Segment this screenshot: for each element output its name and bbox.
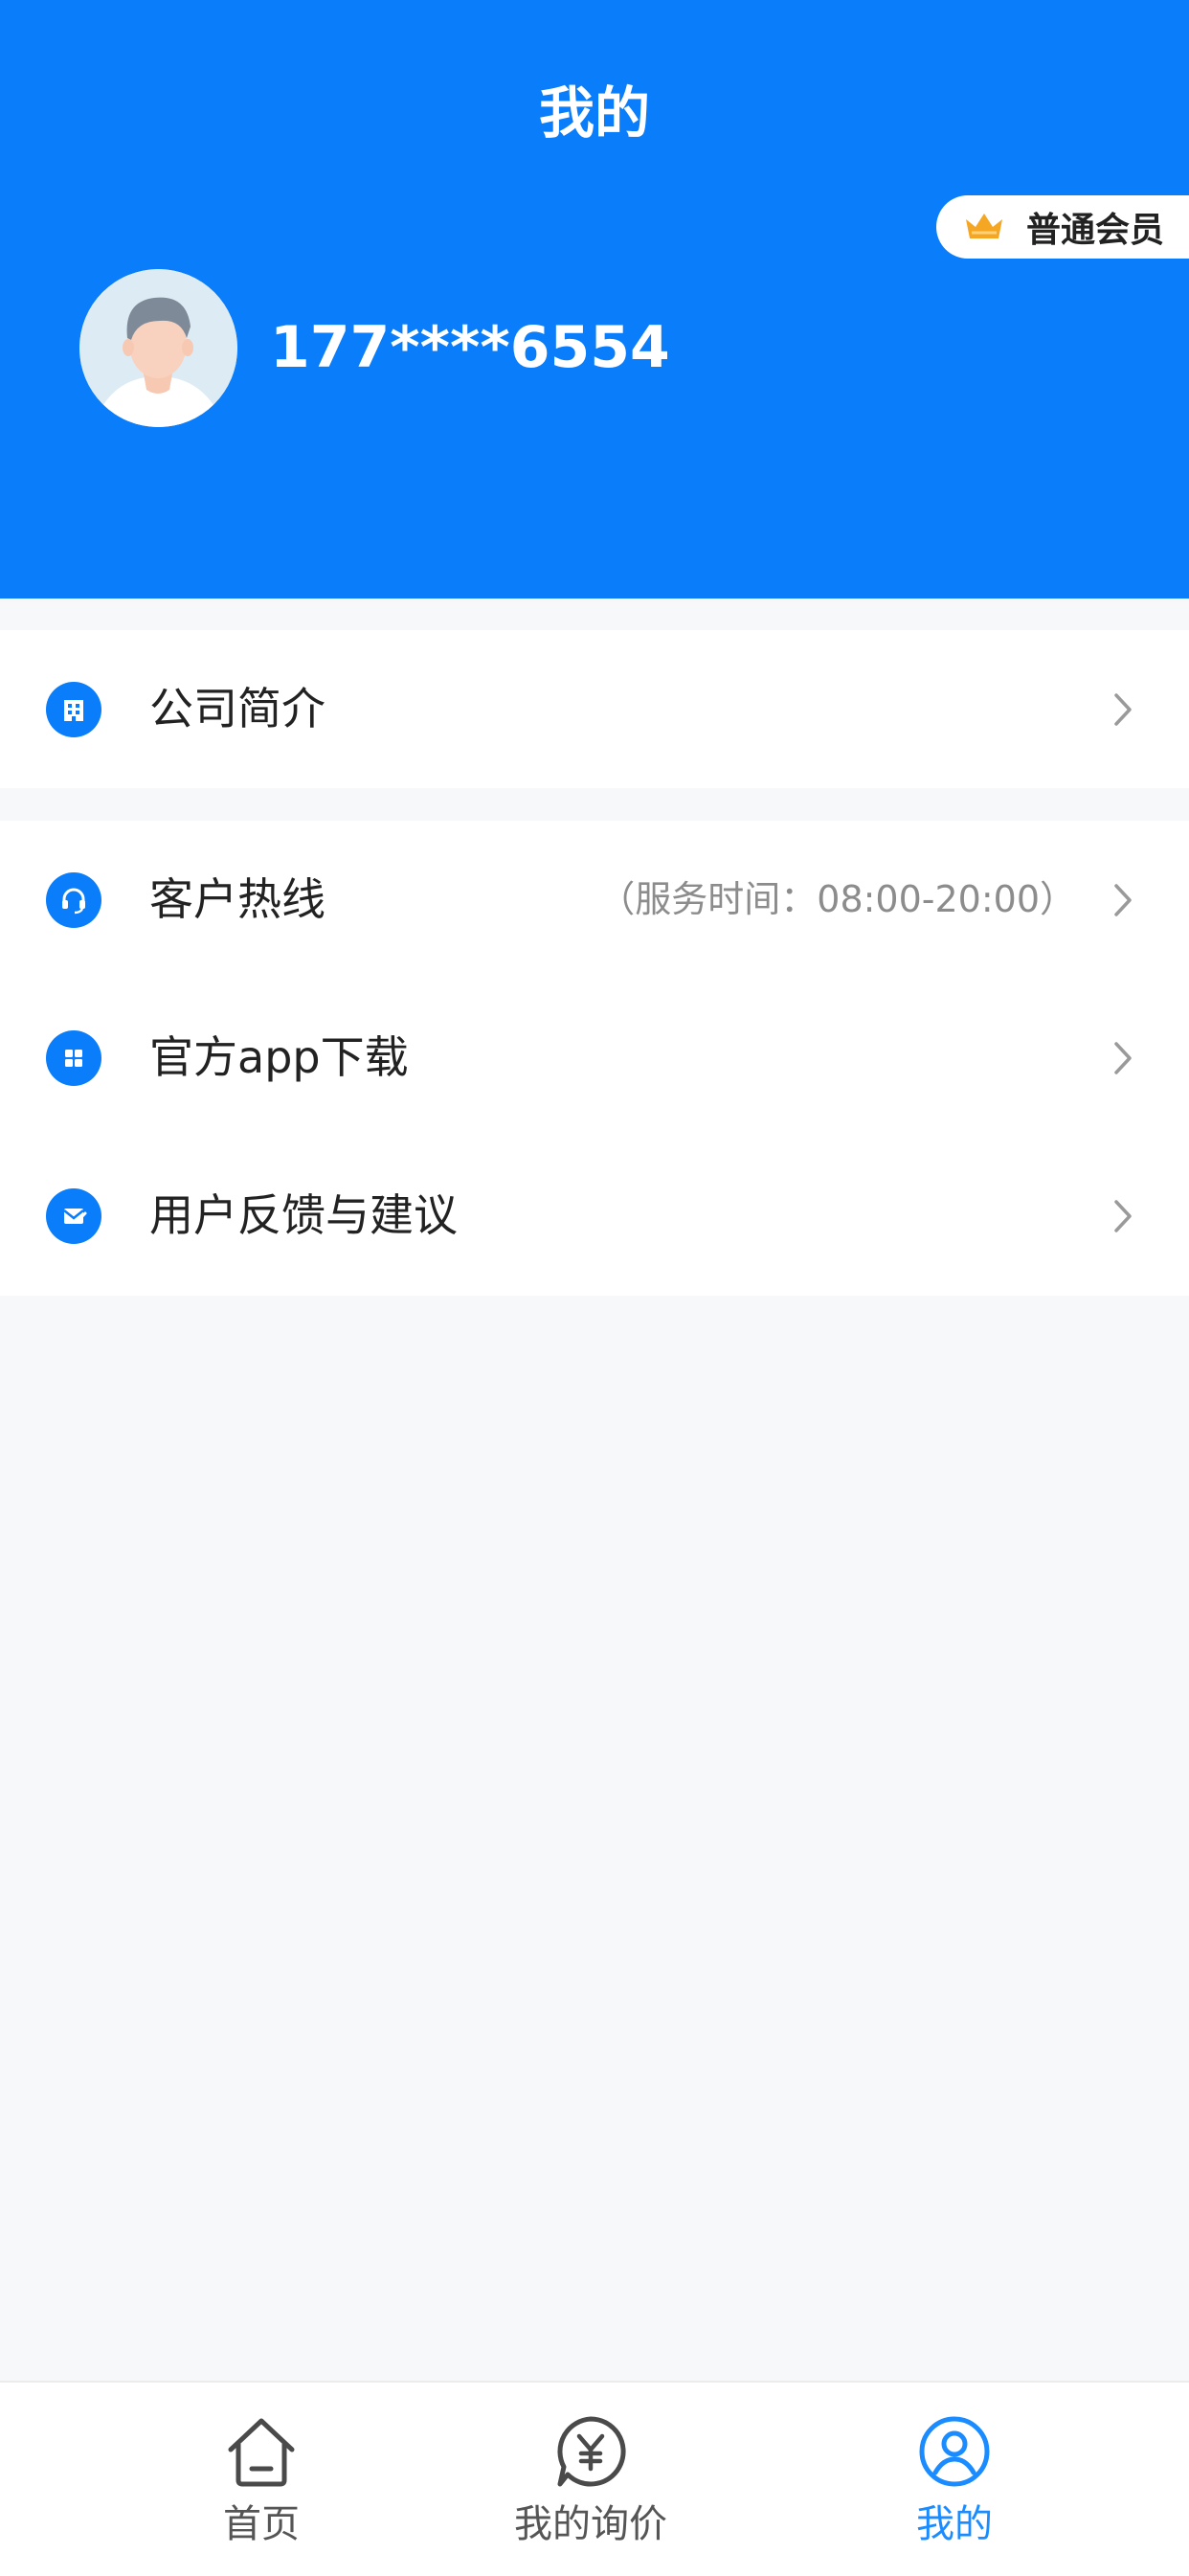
avatar[interactable] (79, 269, 237, 427)
member-level-badge[interactable]: 普通会员 (936, 195, 1189, 259)
tab-mine-label: 我的 (916, 2502, 993, 2546)
chevron-right-icon (1114, 884, 1132, 916)
tab-my-inquiry[interactable]: 我的询价 (495, 2383, 686, 2576)
user-circle-icon (919, 2416, 990, 2487)
member-level-label: 普通会员 (1026, 211, 1165, 250)
menu-item-hotline[interactable]: 客户热线 （服务时间：08:00-20:00） (0, 821, 1189, 979)
user-phone: 177****6554 (270, 314, 670, 381)
chevron-right-icon (1114, 693, 1132, 726)
home-icon (228, 2418, 295, 2487)
menu-item-feedback-label: 用户反馈与建议 (149, 1189, 458, 1241)
bottom-tab-bar: 首页 我的询价 我的 (0, 2381, 1189, 2576)
menu-item-app-download-label: 官方app下载 (149, 1031, 409, 1083)
menu-item-company[interactable]: 公司简介 (0, 630, 1189, 788)
tab-home[interactable]: 首页 (166, 2383, 357, 2576)
crown-icon (966, 214, 1002, 238)
headset-icon (46, 872, 101, 928)
page-title: 我的 (538, 80, 650, 146)
building-icon (46, 682, 101, 737)
chevron-right-icon (1114, 1042, 1132, 1074)
tab-home-label: 首页 (223, 2502, 300, 2546)
service-hours-note: （服务时间：08:00-20:00） (598, 878, 1076, 920)
grid-icon (46, 1030, 101, 1086)
avatar-illustration-icon (79, 269, 237, 427)
menu-group-company: 公司简介 (0, 630, 1189, 788)
chevron-right-icon (1114, 1200, 1132, 1232)
yuan-chat-icon (557, 2416, 626, 2487)
profile-header: 我的 普通会员 177****6554 (0, 0, 1189, 599)
menu-item-company-label: 公司简介 (149, 683, 325, 734)
tab-my-inquiry-label: 我的询价 (514, 2502, 667, 2546)
menu-item-app-download[interactable]: 官方app下载 (0, 979, 1189, 1137)
tab-mine[interactable]: 我的 (859, 2383, 1050, 2576)
menu-item-feedback[interactable]: 用户反馈与建议 (0, 1137, 1189, 1295)
menu-item-hotline-label: 客户热线 (149, 873, 325, 925)
mail-icon (46, 1188, 101, 1244)
menu-group-service: 客户热线 （服务时间：08:00-20:00） 官方app下载 用户反馈与建议 (0, 821, 1189, 1296)
